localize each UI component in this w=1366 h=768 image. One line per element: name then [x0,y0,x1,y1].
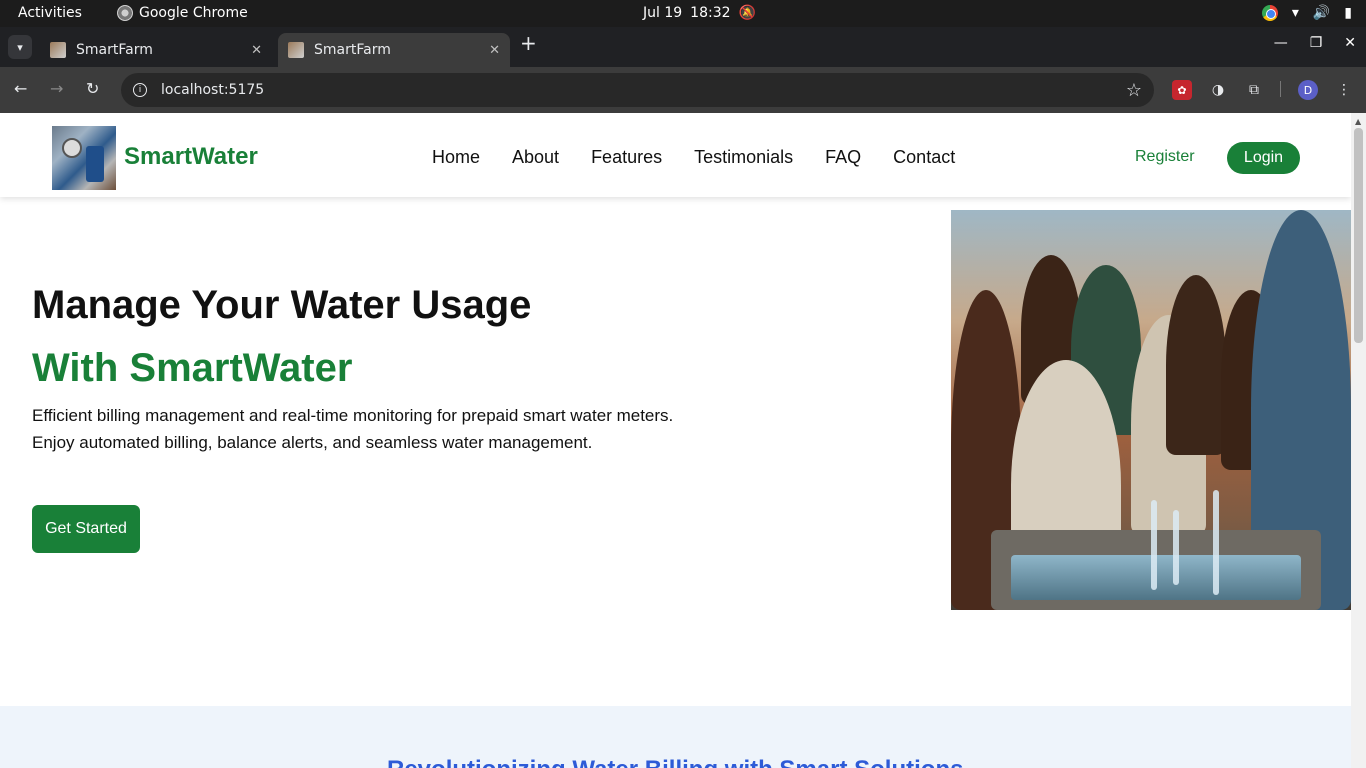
section-title: Revolutionizing Water Billing with Smart… [387,756,963,768]
hero-description-line: Efficient billing management and real-ti… [32,406,674,425]
register-link[interactable]: Register [1135,148,1195,166]
maximize-icon[interactable]: ❐ [1310,35,1323,51]
system-top-bar: Activities Google Chrome Jul 19 18:32 🔕 … [0,0,1366,27]
main-nav: Home About Features Testimonials FAQ Con… [432,147,955,168]
nav-testimonials[interactable]: Testimonials [694,147,793,168]
nav-home[interactable]: Home [432,147,480,168]
scrollbar-thumb[interactable] [1354,128,1363,343]
bookmark-star-icon[interactable]: ☆ [1126,80,1142,101]
tab-strip: ▾ SmartFarm ✕ SmartFarm ✕ [0,27,1366,67]
address-bar[interactable]: i localhost:5175 ☆ [121,73,1154,107]
new-tab-button[interactable]: + [520,33,537,53]
extensions-puzzle-icon[interactable]: ⧉ [1244,80,1264,100]
chrome-app-icon [117,5,133,21]
browser-tab-active[interactable]: SmartFarm ✕ [278,33,510,67]
login-button[interactable]: Login [1227,142,1300,174]
extension-icon[interactable]: ◑ [1208,80,1228,100]
tab-favicon [288,42,304,58]
app-menu[interactable]: Google Chrome [117,5,248,21]
activities-button[interactable]: Activities [18,5,82,21]
battery-icon[interactable]: ▮ [1344,4,1352,22]
nav-contact[interactable]: Contact [893,147,955,168]
profile-avatar[interactable]: D [1298,80,1318,100]
clock-date: Jul 19 [643,5,683,21]
logo-image[interactable] [52,126,116,190]
url-text[interactable]: localhost:5175 [161,82,1126,98]
tab-title: SmartFarm [314,42,391,58]
browser-tab[interactable]: SmartFarm ✕ [40,33,272,67]
site-header: SmartWater Home About Features Testimoni… [0,113,1351,197]
site-info-icon[interactable]: i [133,83,147,97]
menu-kebab-icon[interactable]: ⋮ [1334,80,1354,100]
app-name: Google Chrome [139,5,248,21]
chrome-tray-icon[interactable] [1261,5,1278,21]
get-started-button[interactable]: Get Started [32,505,140,553]
hero-title: Manage Your Water Usage [32,283,532,327]
volume-icon[interactable]: 🔊 [1313,4,1330,22]
nav-features[interactable]: Features [591,147,662,168]
chevron-down-icon: ▾ [17,40,23,54]
system-tray[interactable]: ▾ 🔊 ▮ [1261,4,1352,22]
back-icon[interactable]: ← [14,79,27,99]
extension-icon[interactable]: ✿ [1172,80,1192,100]
browser-toolbar: ← → ↻ i localhost:5175 ☆ ✿ ◑ ⧉ D ⋮ [0,67,1366,113]
close-tab-icon[interactable]: ✕ [251,43,262,58]
hero-image [951,210,1351,610]
close-tab-icon[interactable]: ✕ [489,43,500,58]
reload-icon[interactable]: ↻ [86,79,99,99]
scroll-up-icon[interactable]: ▲ [1355,117,1361,126]
toolbar-divider [1280,81,1281,97]
web-page: SmartWater Home About Features Testimoni… [0,113,1351,768]
notifications-muted-icon: 🔕 [738,5,756,21]
close-window-icon[interactable]: ✕ [1344,35,1356,51]
nav-about[interactable]: About [512,147,559,168]
wifi-icon[interactable]: ▾ [1292,4,1299,22]
tab-search-button[interactable]: ▾ [8,35,32,59]
hero-subtitle: With SmartWater [32,346,353,390]
page-scrollbar[interactable]: ▲ [1351,113,1366,768]
clock[interactable]: Jul 19 18:32 🔕 [643,5,756,21]
hero-description: Efficient billing management and real-ti… [32,402,702,456]
nav-faq[interactable]: FAQ [825,147,861,168]
window-controls: — ❐ ✕ [1274,35,1356,51]
brand-name[interactable]: SmartWater [124,143,258,171]
tab-favicon [50,42,66,58]
hero-description-line: Enjoy automated billing, balance alerts,… [32,433,593,452]
clock-time: 18:32 [690,5,731,21]
tab-title: SmartFarm [76,42,153,58]
minimize-icon[interactable]: — [1274,35,1288,51]
forward-icon[interactable]: → [50,79,63,99]
